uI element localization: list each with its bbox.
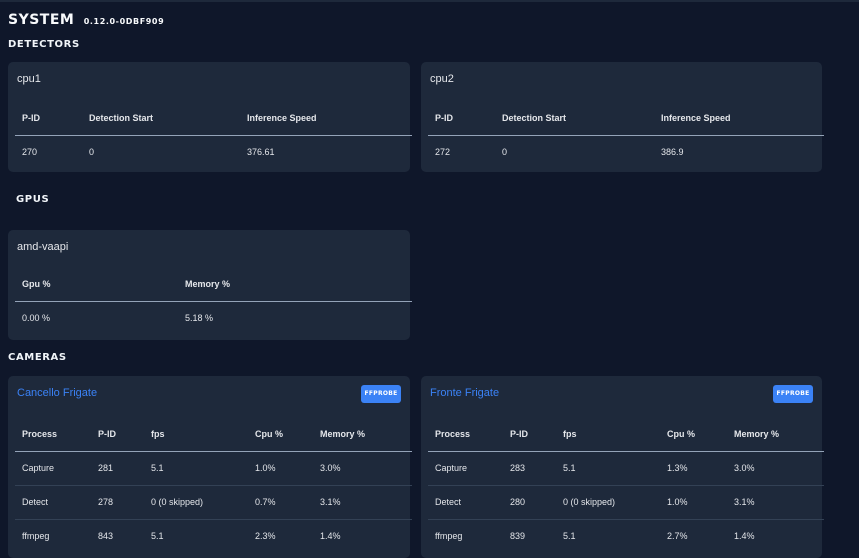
detector-table: P-ID Detection Start Inference Speed 272… xyxy=(428,102,824,169)
system-title: SYSTEM xyxy=(8,12,75,28)
column-header-process: Process xyxy=(428,418,503,452)
cell-memory: 3.0% xyxy=(727,451,824,486)
column-header-fps: fps xyxy=(556,418,660,452)
camera-process-table: Process P-ID fps Cpu % Memory % Capture … xyxy=(428,418,824,553)
detector-card-cpu2: cpu2 P-ID Detection Start Inference Spee… xyxy=(421,62,824,172)
top-divider xyxy=(0,0,859,2)
cell-memory: 1.4% xyxy=(734,531,755,542)
ffprobe-button[interactable]: FFPROBE xyxy=(361,385,401,403)
cell-pid: 278 xyxy=(91,485,144,520)
table-row: Detect 278 0 (0 skipped) 0.7% 3.1% xyxy=(15,485,412,520)
cell-process: Detect xyxy=(428,485,503,520)
gpu-name: amd-vaapi xyxy=(17,241,69,253)
table-row: ffmpeg 843 5.1 2.3% 1.4% xyxy=(15,519,412,553)
cell-fps: 0 (0 skipped) xyxy=(556,485,660,520)
cell-memory: 3.1% xyxy=(727,485,824,520)
table-header-row: P-ID Detection Start Inference Speed xyxy=(428,102,824,136)
table-row: Capture 283 5.1 1.3% 3.0% xyxy=(428,451,824,486)
column-header-pid: P-ID xyxy=(15,102,82,136)
cell-memory: 5.18 % xyxy=(185,313,214,324)
cell-pid: 843 xyxy=(98,531,114,542)
column-header-pid: P-ID xyxy=(503,418,556,452)
cell-process: Detect xyxy=(15,485,91,520)
column-header-pid: P-ID xyxy=(91,418,144,452)
cell-cpu: 1.0% xyxy=(660,485,727,520)
detector-table: P-ID Detection Start Inference Speed 270… xyxy=(15,102,412,169)
cell-fps: 5.1 xyxy=(144,451,248,486)
gpu-table: Gpu % Memory % 0.00 % 5.18 % xyxy=(15,268,412,335)
column-header-detection-start: Detection Start xyxy=(82,102,240,136)
gpu-card-amd-vaapi: amd-vaapi Gpu % Memory % 0.00 % 5.18 % xyxy=(8,230,412,340)
system-heading: SYSTEM 0.12.0-0DBF909 xyxy=(8,12,164,28)
cell-fps: 5.1 xyxy=(151,531,164,542)
cell-inference-speed: 386.9 xyxy=(661,147,684,158)
cell-pid: 839 xyxy=(510,531,526,542)
camera-name-link[interactable]: Fronte Frigate xyxy=(430,387,499,399)
table-header-row: Process P-ID fps Cpu % Memory % xyxy=(15,418,412,452)
cell-pid: 270 xyxy=(22,147,38,158)
table-row: 270 0 376.61 xyxy=(15,135,412,169)
cell-pid: 281 xyxy=(91,451,144,486)
camera-process-table: Process P-ID fps Cpu % Memory % Capture … xyxy=(15,418,412,553)
cell-inference-speed: 376.61 xyxy=(247,147,275,158)
ffprobe-button[interactable]: FFPROBE xyxy=(773,385,813,403)
cell-cpu: 2.7% xyxy=(667,531,688,542)
column-header-pid: P-ID xyxy=(428,102,495,136)
cell-pid: 272 xyxy=(435,147,451,158)
cell-cpu: 2.3% xyxy=(255,531,276,542)
detectors-heading: DETECTORS xyxy=(8,39,80,50)
cell-detection-start: 0 xyxy=(89,147,95,158)
camera-name-link[interactable]: Cancello Frigate xyxy=(17,387,97,399)
cell-detection-start: 0 xyxy=(502,147,508,158)
table-row: 272 0 386.9 xyxy=(428,135,824,169)
column-header-inference-speed: Inference Speed xyxy=(240,102,412,136)
column-header-process: Process xyxy=(15,418,91,452)
cell-cpu: 1.0% xyxy=(248,451,313,486)
cell-pid: 280 xyxy=(503,485,556,520)
column-header-cpu: Cpu % xyxy=(248,418,313,452)
cameras-heading: CAMERAS xyxy=(8,352,67,363)
cell-process: ffmpeg xyxy=(435,531,463,542)
table-row: Capture 281 5.1 1.0% 3.0% xyxy=(15,451,412,486)
system-version: 0.12.0-0DBF909 xyxy=(83,17,165,26)
table-header-row: Gpu % Memory % xyxy=(15,268,412,302)
cell-cpu: 0.7% xyxy=(248,485,313,520)
column-header-cpu: Cpu % xyxy=(660,418,727,452)
table-row: ffmpeg 839 5.1 2.7% 1.4% xyxy=(428,519,824,553)
column-header-inference-speed: Inference Speed xyxy=(654,102,824,136)
table-header-row: P-ID Detection Start Inference Speed xyxy=(15,102,412,136)
cell-memory: 3.0% xyxy=(313,451,412,486)
cell-gpu: 0.00 % xyxy=(22,313,51,324)
camera-card-fronte-frigate: Fronte Frigate FFPROBE Process P-ID fps … xyxy=(421,376,824,558)
cell-fps: 5.1 xyxy=(556,451,660,486)
column-header-fps: fps xyxy=(144,418,248,452)
cell-pid: 283 xyxy=(503,451,556,486)
cell-fps: 5.1 xyxy=(563,531,576,542)
table-row: Detect 280 0 (0 skipped) 1.0% 3.1% xyxy=(428,485,824,520)
table-header-row: Process P-ID fps Cpu % Memory % xyxy=(428,418,824,452)
detector-card-cpu1: cpu1 P-ID Detection Start Inference Spee… xyxy=(8,62,412,172)
cell-fps: 0 (0 skipped) xyxy=(144,485,248,520)
column-header-detection-start: Detection Start xyxy=(495,102,654,136)
cell-memory: 3.1% xyxy=(313,485,412,520)
cell-process: Capture xyxy=(428,451,503,486)
cell-process: Capture xyxy=(15,451,91,486)
column-header-gpu: Gpu % xyxy=(15,268,178,302)
column-header-memory: Memory % xyxy=(727,418,824,452)
table-row: 0.00 % 5.18 % xyxy=(15,301,412,335)
cell-cpu: 1.3% xyxy=(660,451,727,486)
cell-memory: 1.4% xyxy=(320,531,341,542)
cell-process: ffmpeg xyxy=(22,531,50,542)
gpus-heading: GPUS xyxy=(16,194,50,205)
camera-card-cancello-frigate: Cancello Frigate FFPROBE Process P-ID fp… xyxy=(8,376,412,558)
column-header-memory: Memory % xyxy=(313,418,412,452)
detector-name: cpu2 xyxy=(430,73,454,85)
detector-name: cpu1 xyxy=(17,73,41,85)
column-header-memory: Memory % xyxy=(178,268,412,302)
